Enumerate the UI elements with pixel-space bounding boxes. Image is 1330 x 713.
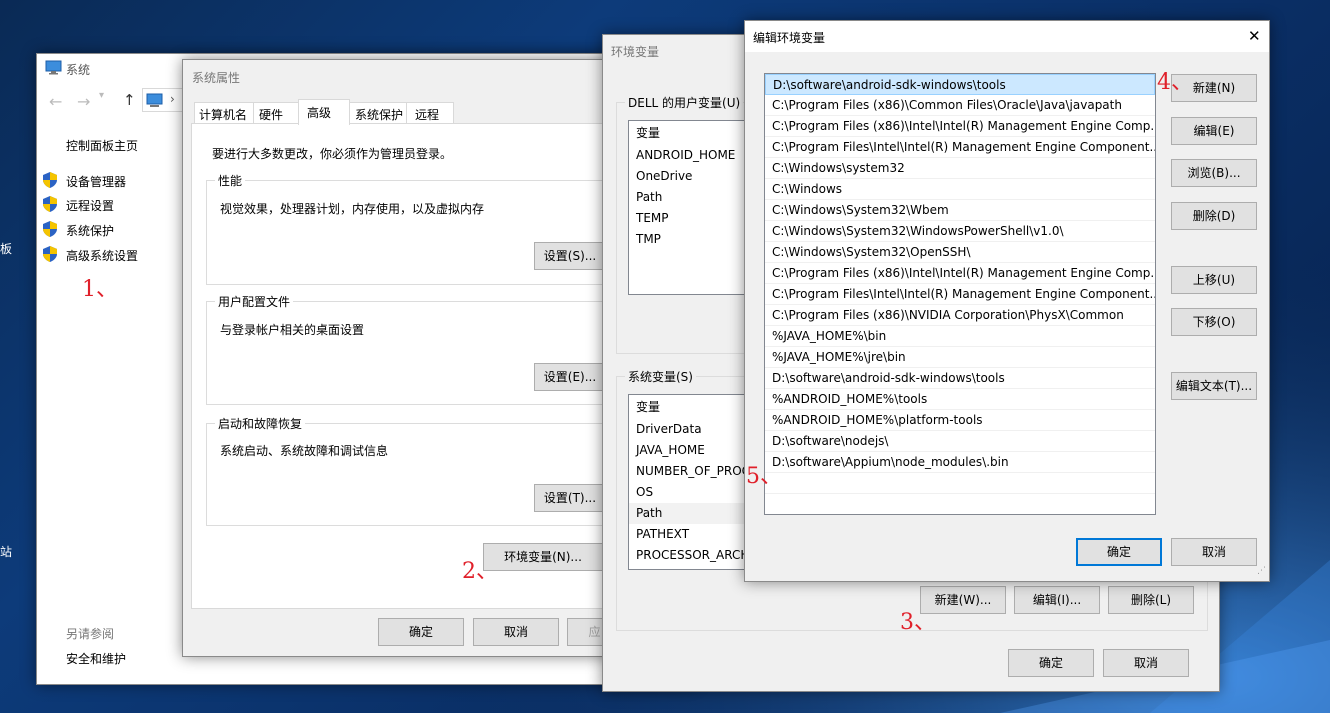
sidebar-item-advanced-settings[interactable]: 高级系统设置 — [43, 246, 138, 263]
step-annotation-3: 3、 — [900, 610, 936, 635]
ok-button[interactable]: 确定 — [378, 618, 464, 646]
tab-advanced[interactable]: 高级 — [298, 99, 350, 125]
path-list-item[interactable]: D:\software\android-sdk-windows\tools — [765, 368, 1155, 389]
edit-path-button[interactable]: 编辑(E) — [1171, 117, 1257, 145]
dialog-title: 编辑环境变量 — [753, 31, 826, 45]
path-list-item[interactable]: C:\Windows\System32\Wbem — [765, 200, 1155, 221]
environment-variables-button[interactable]: 环境变量(N)... — [483, 543, 603, 571]
uac-shield-icon — [43, 196, 57, 212]
path-list-item[interactable]: D:\software\android-sdk-windows\tools — [765, 74, 1155, 95]
recent-dropdown-icon[interactable]: ▾ — [99, 90, 104, 101]
group-title: 系统变量(S) — [625, 368, 696, 385]
path-list-item[interactable]: C:\Program Files\Intel\Intel(R) Manageme… — [765, 137, 1155, 158]
system-properties-dialog: 系统属性 计算机名 硬件 高级 系统保护 远程 要进行大多数更改，你必须作为管理… — [182, 59, 624, 657]
back-button[interactable]: ← — [49, 92, 62, 111]
startup-settings-button[interactable]: 设置(T)... — [534, 484, 606, 512]
delete-path-button[interactable]: 删除(D) — [1171, 202, 1257, 230]
uac-shield-icon — [43, 221, 57, 237]
tab-hardware[interactable]: 硬件 — [253, 102, 299, 124]
path-list-item[interactable]: C:\Windows\System32\OpenSSH\ — [765, 242, 1155, 263]
step-annotation-2: 2、 — [462, 559, 498, 584]
ok-button[interactable]: 确定 — [1008, 649, 1094, 677]
window-title: 环境变量 — [611, 45, 660, 59]
path-list-empty-row[interactable] — [765, 494, 1155, 514]
admin-note: 要进行大多数更改，你必须作为管理员登录。 — [212, 147, 453, 161]
uac-shield-icon — [43, 172, 57, 188]
link-label: 设备管理器 — [66, 175, 127, 189]
path-list-item[interactable]: %ANDROID_HOME%\tools — [765, 389, 1155, 410]
up-button[interactable]: ↑ — [123, 91, 136, 109]
dialog-title: 系统属性 — [192, 71, 241, 85]
close-icon[interactable]: ✕ — [1248, 27, 1261, 45]
step-annotation-4: 4、 — [1157, 70, 1193, 95]
edit-text-button[interactable]: 编辑文本(T)... — [1171, 372, 1257, 400]
link-label: 系统保护 — [66, 224, 115, 238]
link-label: 高级系统设置 — [66, 249, 139, 263]
path-list-item[interactable]: C:\Program Files (x86)\Intel\Intel(R) Ma… — [765, 116, 1155, 137]
path-list-item[interactable]: C:\Program Files (x86)\Common Files\Orac… — [765, 95, 1155, 116]
uac-shield-icon — [43, 246, 57, 262]
sidebar-item-remote-settings[interactable]: 远程设置 — [43, 196, 114, 213]
user-profiles-settings-button[interactable]: 设置(E)... — [534, 363, 606, 391]
monitor-icon — [146, 93, 163, 107]
monitor-icon — [45, 60, 62, 75]
link-label: 远程设置 — [66, 199, 115, 213]
performance-settings-button[interactable]: 设置(S)... — [534, 242, 606, 270]
resize-grip-icon[interactable]: ⋰ — [1257, 566, 1266, 576]
user-profiles-group: 用户配置文件 与登录帐户相关的桌面设置 设置(E)... — [206, 293, 606, 405]
group-title: 性能 — [215, 172, 246, 189]
security-maintenance-link[interactable]: 安全和维护 — [66, 650, 126, 667]
path-list[interactable]: D:\software\android-sdk-windows\tools C:\… — [764, 73, 1156, 515]
breadcrumb-chevron-icon: › — [170, 92, 175, 106]
path-list-item[interactable]: C:\Program Files (x86)\Intel\Intel(R) Ma… — [765, 263, 1155, 284]
path-list-item[interactable]: %ANDROID_HOME%\platform-tools — [765, 410, 1155, 431]
tab-system-protection[interactable]: 系统保护 — [349, 102, 407, 124]
performance-group: 性能 视觉效果，处理器计划，内存使用，以及虚拟内存 设置(S)... — [206, 172, 606, 285]
system-edit-button[interactable]: 编辑(I)... — [1014, 586, 1100, 614]
path-list-item[interactable]: %JAVA_HOME%\bin — [765, 326, 1155, 347]
startup-recovery-group: 启动和故障恢复 系统启动、系统故障和调试信息 设置(T)... — [206, 415, 606, 526]
path-list-item[interactable]: C:\Windows — [765, 179, 1155, 200]
tab-remote[interactable]: 远程 — [406, 102, 454, 124]
move-down-button[interactable]: 下移(O) — [1171, 308, 1257, 336]
ok-button[interactable]: 确定 — [1076, 538, 1162, 566]
group-description: 与登录帐户相关的桌面设置 — [220, 323, 365, 337]
path-list-item[interactable]: C:\Program Files (x86)\NVIDIA Corporatio… — [765, 305, 1155, 326]
system-delete-button[interactable]: 删除(L) — [1108, 586, 1194, 614]
edit-environment-variable-dialog: 编辑环境变量 ✕ D:\software\android-sdk-windows… — [744, 20, 1270, 582]
see-also-heading: 另请参阅 — [66, 627, 115, 641]
desktop-edge-glyph: 板 — [0, 242, 13, 256]
path-list-item[interactable]: C:\Program Files\Intel\Intel(R) Manageme… — [765, 284, 1155, 305]
browse-button[interactable]: 浏览(B)... — [1171, 159, 1257, 187]
step-annotation-1: 1、 — [82, 277, 118, 302]
sidebar-item-system-protection[interactable]: 系统保护 — [43, 221, 114, 238]
step-annotation-5: 5、 — [746, 464, 782, 489]
cancel-button[interactable]: 取消 — [1171, 538, 1257, 566]
group-title: 启动和故障恢复 — [215, 415, 306, 432]
group-description: 视觉效果，处理器计划，内存使用，以及虚拟内存 — [220, 202, 485, 216]
cancel-button[interactable]: 取消 — [473, 618, 559, 646]
cancel-button[interactable]: 取消 — [1103, 649, 1189, 677]
tab-computer-name[interactable]: 计算机名 — [194, 102, 254, 124]
path-list-item[interactable]: C:\Windows\System32\WindowsPowerShell\v1… — [765, 221, 1155, 242]
control-panel-home-link[interactable]: 控制面板主页 — [66, 137, 138, 154]
path-list-item[interactable]: D:\software\nodejs\ — [765, 431, 1155, 452]
group-title: 用户配置文件 — [215, 293, 294, 310]
group-description: 系统启动、系统故障和调试信息 — [220, 444, 389, 458]
address-bar[interactable]: › — [142, 88, 184, 112]
forward-button[interactable]: → — [77, 92, 90, 111]
sidebar-item-device-manager[interactable]: 设备管理器 — [43, 172, 126, 189]
desktop-edge-glyph: 站 — [0, 545, 13, 559]
group-title: DELL 的用户变量(U) — [625, 94, 744, 111]
title-bar: 编辑环境变量 ✕ — [745, 21, 1269, 52]
path-list-empty-row[interactable] — [765, 473, 1155, 494]
move-up-button[interactable]: 上移(U) — [1171, 266, 1257, 294]
window-title: 系统 — [66, 63, 91, 77]
path-list-item[interactable]: D:\software\Appium\node_modules\.bin — [765, 452, 1155, 473]
path-list-item[interactable]: %JAVA_HOME%\jre\bin — [765, 347, 1155, 368]
path-list-item[interactable]: C:\Windows\system32 — [765, 158, 1155, 179]
